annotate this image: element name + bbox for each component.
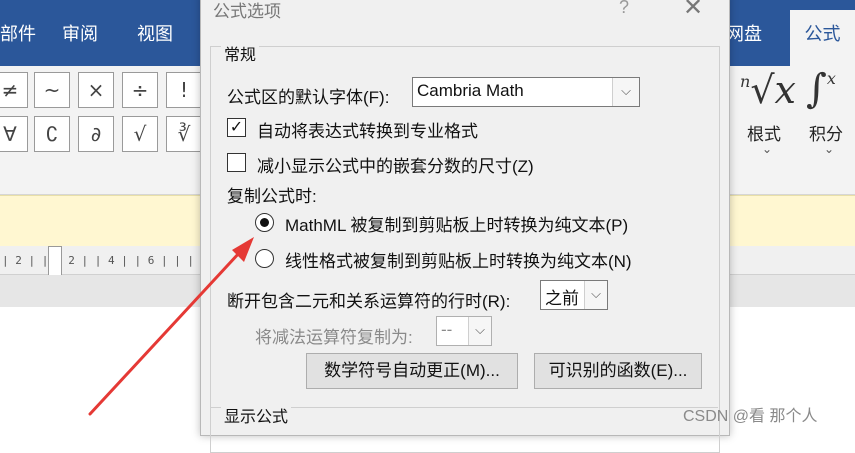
- watermark: CSDN @看 那个人: [683, 408, 818, 425]
- annotation-arrow: [88, 237, 254, 416]
